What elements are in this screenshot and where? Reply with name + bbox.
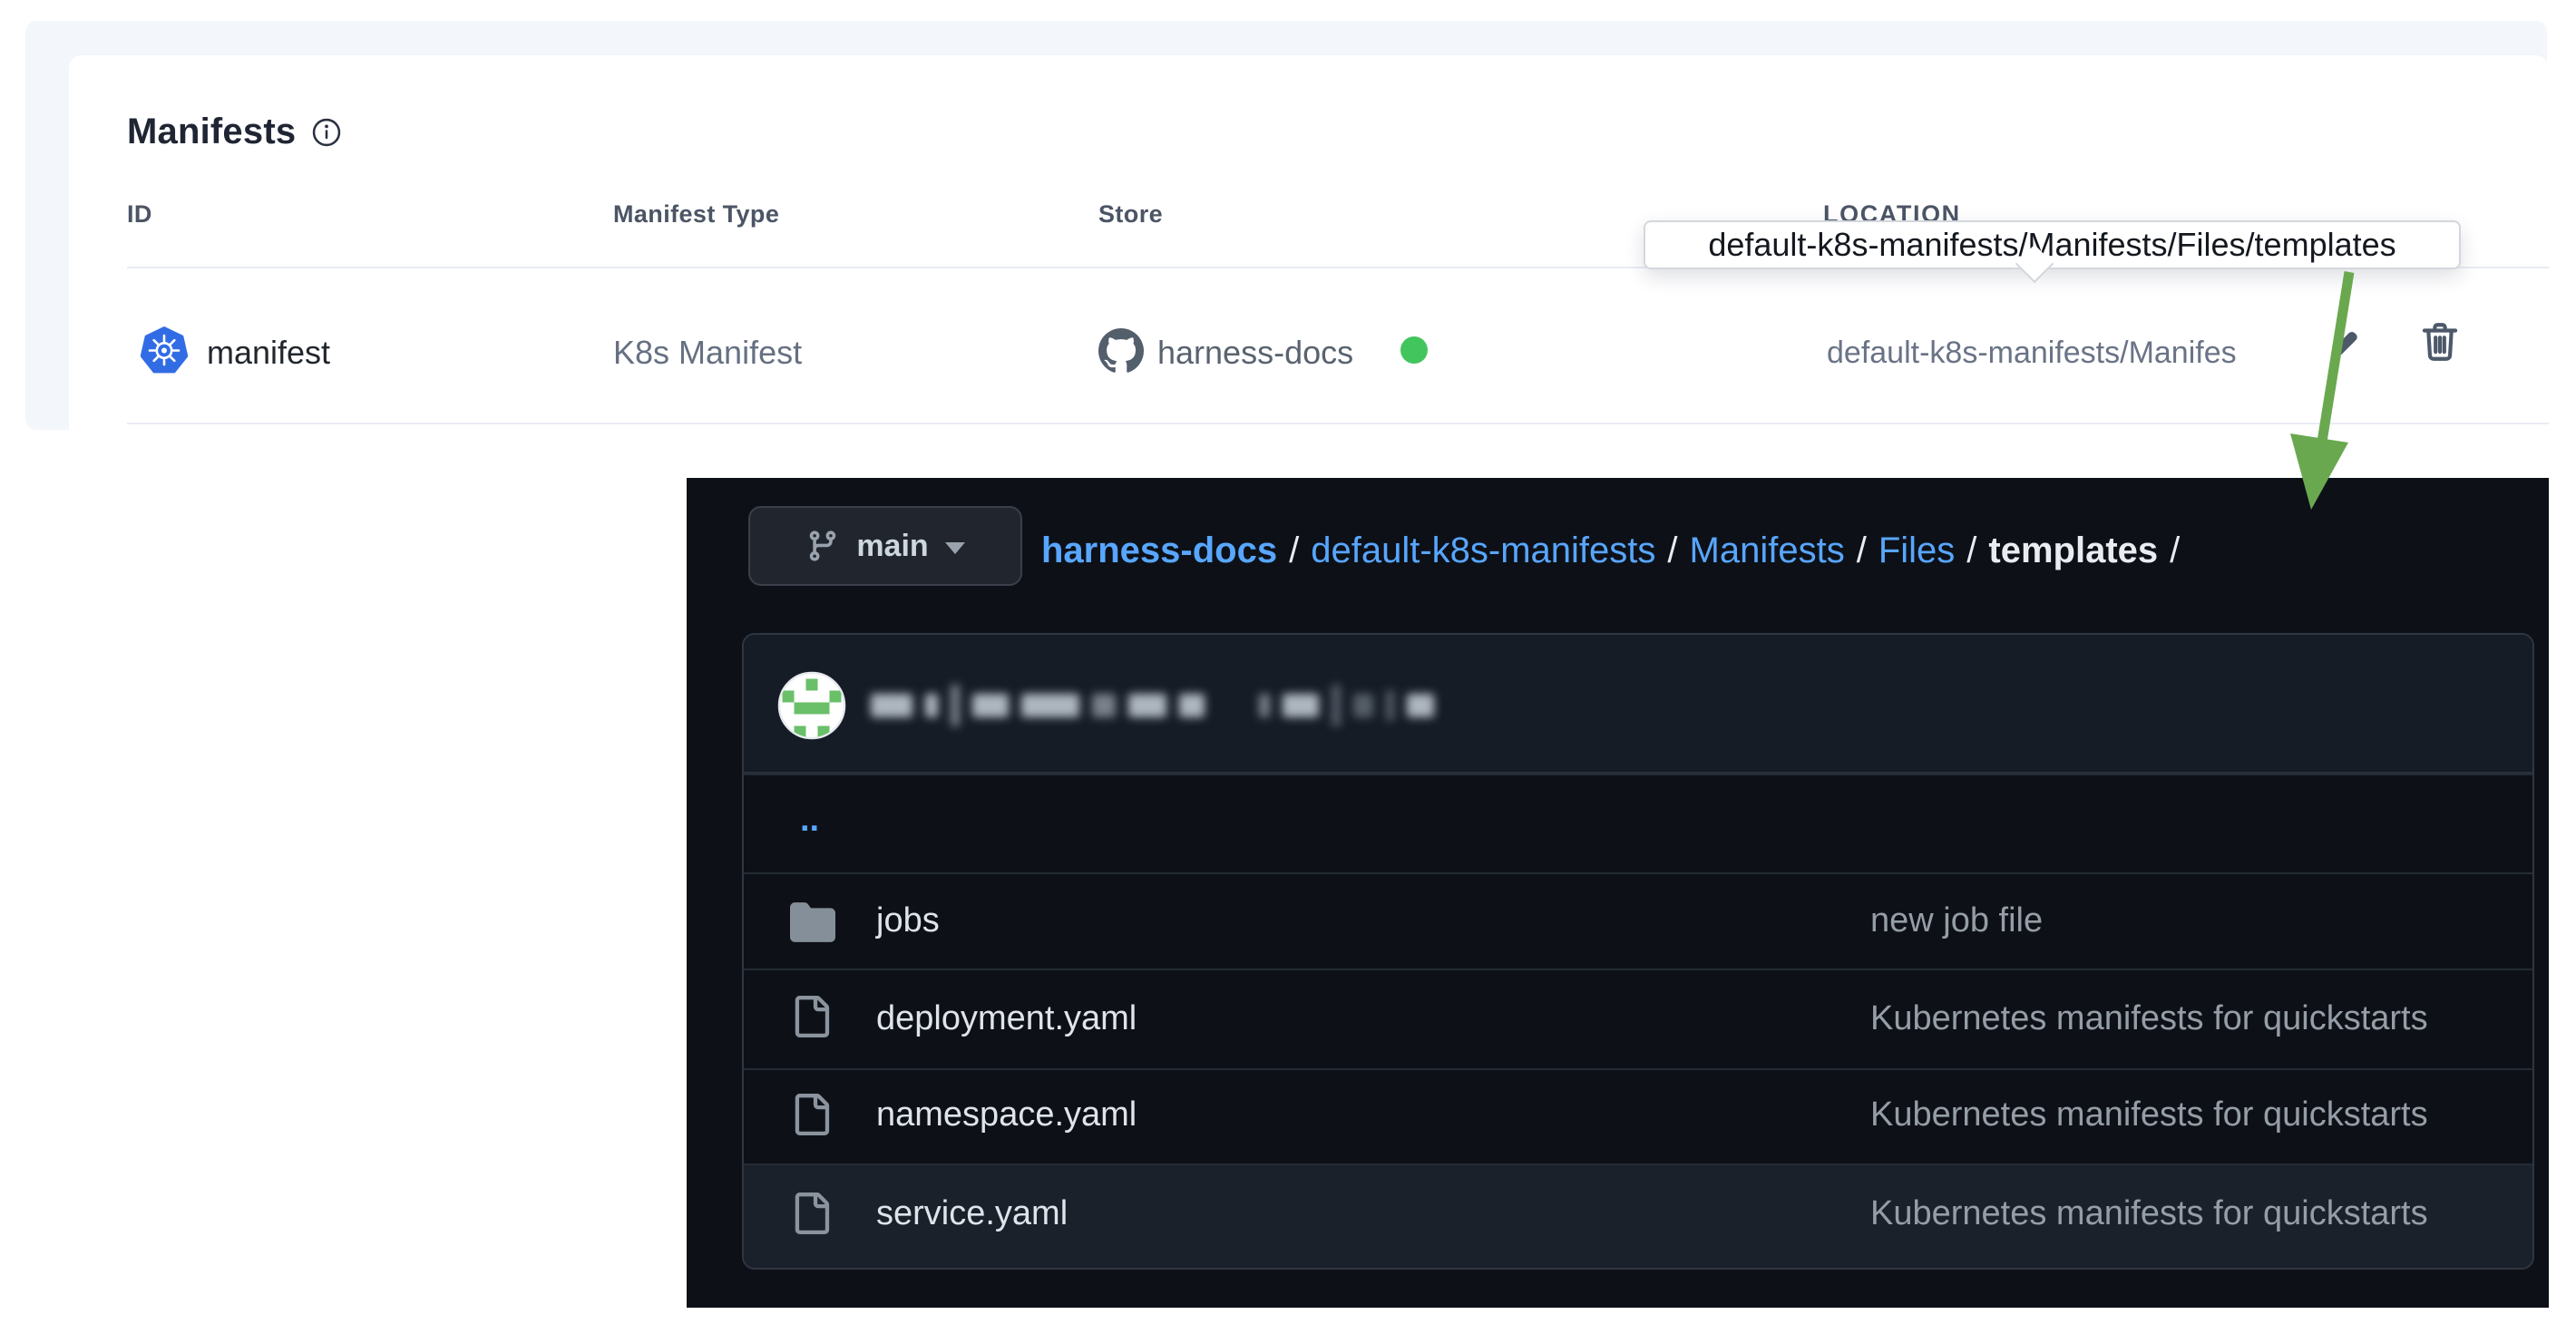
location-tooltip-text: default-k8s-manifests/Manifests/Files/te…: [1708, 226, 2396, 263]
delete-manifest-button[interactable]: [2416, 319, 2464, 366]
manifest-table-row[interactable]: manifest K8s Manifest harness-docs defau…: [69, 267, 2549, 423]
file-row[interactable]: namespace.yaml Kubernetes manifests for …: [744, 1068, 2532, 1163]
breadcrumb-folder[interactable]: Manifests: [1690, 531, 1845, 571]
github-icon: [1098, 328, 1144, 374]
file-icon: [790, 1094, 832, 1140]
breadcrumb-folder[interactable]: Files: [1878, 531, 1955, 571]
breadcrumb-separator: /: [1966, 531, 1977, 570]
info-icon[interactable]: [310, 116, 343, 149]
green-arrow-icon: [2290, 271, 2355, 510]
file-name-link[interactable]: jobs: [876, 901, 940, 940]
breadcrumb-separator: /: [1856, 531, 1867, 570]
file-row[interactable]: deployment.yaml Kubernetes manifests for…: [744, 969, 2532, 1068]
file-icon: [790, 996, 832, 1042]
breadcrumb-separator: /: [2170, 531, 2181, 570]
breadcrumb: harness-docs / default-k8s-manifests / M…: [1041, 531, 2180, 571]
parent-directory-link[interactable]: ..: [800, 801, 819, 840]
file-name-link[interactable]: namespace.yaml: [876, 1095, 1137, 1134]
github-repo-browser: main harness-docs / default-k8s-manifest…: [687, 478, 2549, 1308]
page-title: Manifests: [127, 112, 297, 151]
manifest-type: K8s Manifest: [613, 334, 803, 371]
column-header-id: ID: [127, 200, 152, 228]
connectivity-status-dot: [1400, 336, 1428, 364]
redacted-commit-text: [871, 684, 1434, 727]
page: Manifests ID Manifest Type Store LOCATIO…: [0, 0, 2576, 1324]
breadcrumb-separator: /: [1667, 531, 1678, 570]
breadcrumb-current-folder: templates: [1988, 531, 2159, 570]
commit-message-link[interactable]: Kubernetes manifests for quickstarts: [1870, 999, 2428, 1038]
file-icon: [790, 1193, 832, 1239]
file-listing-card: .. jobs new job file deployment.yaml Kub…: [742, 633, 2534, 1270]
manifest-id[interactable]: manifest: [207, 334, 330, 372]
manifest-location: default-k8s-manifests/Manifes: [1827, 336, 2237, 370]
avatar[interactable]: [777, 671, 846, 740]
latest-commit-row[interactable]: [744, 635, 2532, 774]
git-branch-icon: [805, 529, 840, 563]
breadcrumb-separator: /: [1289, 531, 1300, 570]
file-name-link[interactable]: service.yaml: [876, 1194, 1068, 1233]
commit-message-link[interactable]: new job file: [1870, 901, 2043, 940]
branch-selector-button[interactable]: main: [748, 506, 1022, 586]
breadcrumb-repo[interactable]: harness-docs: [1041, 531, 1277, 571]
column-header-store: Store: [1098, 200, 1164, 228]
manifests-title-row: Manifests: [127, 112, 343, 152]
file-name-link[interactable]: deployment.yaml: [876, 999, 1137, 1038]
kubernetes-icon: [140, 326, 189, 374]
file-row[interactable]: jobs new job file: [744, 872, 2532, 969]
chevron-down-icon: [944, 541, 965, 554]
branch-name: main: [856, 528, 929, 563]
column-header-type: Manifest Type: [613, 200, 780, 228]
breadcrumb-folder[interactable]: default-k8s-manifests: [1311, 531, 1655, 571]
commit-message-link[interactable]: Kubernetes manifests for quickstarts: [1870, 1194, 2428, 1233]
commit-message-link[interactable]: Kubernetes manifests for quickstarts: [1870, 1095, 2428, 1134]
folder-icon: [790, 900, 835, 949]
file-row[interactable]: service.yaml Kubernetes manifests for qu…: [744, 1163, 2532, 1268]
store-repo-name: harness-docs: [1157, 334, 1354, 371]
table-row-divider: [127, 423, 2549, 424]
parent-directory-row[interactable]: ..: [744, 774, 2532, 872]
